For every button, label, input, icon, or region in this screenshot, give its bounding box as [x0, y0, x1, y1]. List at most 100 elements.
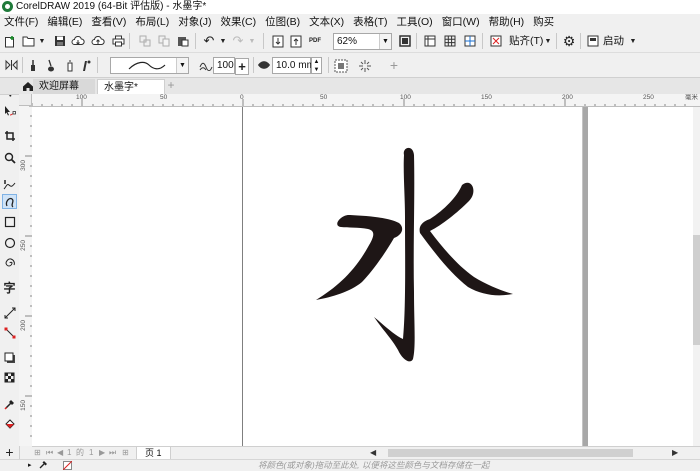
undo-dropdown-icon[interactable]: ▼ [215, 33, 231, 49]
merge-icon[interactable] [357, 58, 373, 74]
launch-icon[interactable] [585, 33, 601, 49]
paste-icon[interactable] [175, 33, 191, 49]
fullscreen-icon[interactable] [397, 33, 413, 49]
menu-object[interactable]: 对象(J) [174, 14, 216, 30]
menu-help[interactable]: 帮助(H) [485, 14, 530, 30]
menu-table[interactable]: 表格(T) [349, 14, 392, 30]
no-color-swatch[interactable] [63, 461, 72, 470]
ruler-label: 50 [320, 94, 328, 101]
smoothing-increase-button[interactable]: + [235, 58, 249, 75]
chevron-down-icon[interactable]: ▼ [625, 33, 641, 49]
text-tool-icon[interactable]: 字 [2, 280, 17, 295]
import-icon[interactable] [270, 33, 286, 49]
save-icon[interactable] [52, 33, 68, 49]
copy-icon[interactable] [156, 33, 172, 49]
shape-tool-icon[interactable] [2, 104, 17, 119]
horizontal-ruler[interactable]: 100 50 0 50 100 150 200 250 毫米 [32, 94, 700, 107]
scroll-right-icon[interactable]: ▶ [672, 447, 678, 459]
chevron-down-icon[interactable]: ▼ [540, 33, 556, 49]
ruler-label: 150 [481, 94, 492, 101]
eyedropper-icon[interactable] [38, 458, 49, 471]
tab-document[interactable]: 水墨字* [97, 79, 165, 94]
stroke-preset-select[interactable]: ▼ [110, 57, 189, 74]
export-icon[interactable] [288, 33, 304, 49]
copy-properties-icon[interactable] [333, 58, 349, 74]
show-rulers-icon[interactable] [422, 33, 438, 49]
menu-layout[interactable]: 布局(L) [131, 14, 174, 30]
ink-stroke-right-sweep [419, 182, 513, 296]
shadow-tool-icon[interactable] [2, 350, 17, 365]
menu-file[interactable]: 文件(F) [0, 14, 43, 30]
next-page-icon[interactable]: ▶ [99, 447, 105, 459]
zoom-tool-icon[interactable] [2, 150, 17, 165]
gear-icon[interactable]: ⚙ [561, 33, 577, 49]
ruler-origin[interactable] [19, 94, 32, 106]
menu-buy[interactable]: 购买 [529, 14, 559, 30]
menu-text[interactable]: 文本(X) [305, 14, 349, 30]
brush-tool-icon[interactable] [42, 57, 58, 73]
menu-tools[interactable]: 工具(O) [393, 14, 438, 30]
ruler-label: 50 [160, 94, 168, 101]
print-icon[interactable] [110, 33, 126, 49]
fill-tool-icon[interactable] [2, 416, 17, 431]
prev-page-icon[interactable]: ◀ [57, 447, 63, 459]
drawing-canvas[interactable] [32, 107, 700, 446]
snap-to-menu[interactable]: 贴齐(T) [509, 33, 543, 49]
window-title: CorelDRAW 2019 (64-Bit 评估版) - 水墨字* [16, 1, 207, 12]
cut-icon[interactable] [137, 33, 153, 49]
ruler-label: 250 [643, 94, 654, 101]
calligraphic-icon[interactable] [78, 57, 94, 73]
connector-tool-icon[interactable] [2, 325, 17, 340]
menu-bitmaps[interactable]: 位图(B) [261, 14, 305, 30]
add-icon[interactable]: + [386, 57, 402, 73]
menu-edit[interactable]: 编辑(E) [43, 14, 87, 30]
spiral-tool-icon[interactable] [2, 255, 17, 270]
publish-pdf-icon[interactable]: PDF [307, 33, 323, 49]
horizontal-scrollbar-thumb[interactable] [388, 449, 633, 457]
artistic-media-tool-icon[interactable] [2, 194, 17, 209]
snap-off-icon[interactable] [488, 33, 504, 49]
zoom-level-select[interactable]: 62% ▼ [333, 33, 392, 50]
rectangle-tool-icon[interactable] [2, 214, 17, 229]
smoothing-input[interactable]: 100 [213, 57, 235, 74]
stroke-width-spinner[interactable]: ▲ ▼ [311, 57, 322, 74]
mirror-horizontal-icon[interactable] [3, 57, 19, 73]
eyedropper-tool-icon[interactable] [2, 396, 17, 411]
current-page-number: 1 [67, 448, 72, 457]
vertical-ruler[interactable]: 300 250 200 150 [19, 106, 33, 446]
menu-effects[interactable]: 效果(C) [217, 14, 262, 30]
menu-view[interactable]: 查看(V) [87, 14, 131, 30]
scroll-left-icon[interactable]: ◀ [370, 447, 376, 459]
sprayer-icon[interactable] [62, 57, 78, 73]
tab-welcome-screen[interactable]: 欢迎屏幕 [33, 79, 95, 94]
crop-tool-icon[interactable] [2, 128, 17, 143]
menu-window[interactable]: 窗口(W) [438, 14, 485, 30]
preset-brush-icon[interactable] [25, 57, 41, 73]
pdf-label: PDF [309, 38, 321, 44]
chevron-down-icon: ▼ [379, 34, 391, 49]
dimension-tool-icon[interactable] [2, 305, 17, 320]
last-page-icon[interactable]: ⏭ [109, 447, 116, 459]
add-tool-icon[interactable]: + [2, 444, 17, 460]
stroke-width-icon [256, 57, 272, 73]
new-tab-icon[interactable]: + [165, 78, 177, 92]
new-icon[interactable] [2, 33, 18, 49]
cloud-download-icon[interactable] [70, 33, 86, 49]
stroke-width-input[interactable]: 10.0 mm [272, 57, 315, 74]
page-tab[interactable]: 页 1 [136, 447, 171, 459]
add-page-end-icon[interactable]: ⊞ [122, 447, 129, 459]
show-guidelines-icon[interactable] [462, 33, 478, 49]
launch-menu[interactable]: 启动 [603, 33, 624, 49]
freehand-tool-icon[interactable] [2, 177, 17, 192]
page-navigator: ⊞ ⏮ ◀ 1 的 1 ▶ ⏭ ⊞ 页 1 ◀ ▶ [32, 446, 700, 459]
chevron-down-icon[interactable]: ▼ [34, 33, 50, 49]
color-docker-hint: 将颜色(或对象)拖动至此处, 以便将这些颜色与文档存储在一起 [258, 460, 490, 470]
ink-character-artwork[interactable] [32, 107, 700, 446]
transparency-tool-icon[interactable] [2, 370, 17, 385]
document-palette-icon[interactable]: ▸ [28, 460, 32, 471]
cloud-upload-icon[interactable] [90, 33, 106, 49]
ruler-label: 250 [20, 240, 27, 251]
ellipse-tool-icon[interactable] [2, 235, 17, 250]
show-grid-icon[interactable] [442, 33, 458, 49]
redo-dropdown-icon[interactable]: ▼ [244, 33, 260, 49]
